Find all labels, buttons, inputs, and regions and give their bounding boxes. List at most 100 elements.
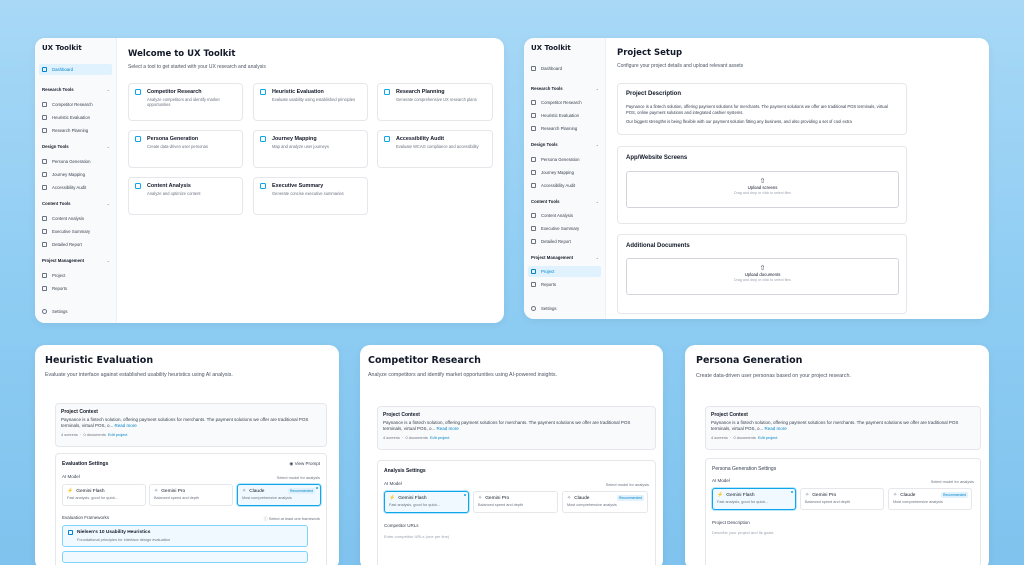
sidebar-item-executive-summary[interactable]: Executive Summary bbox=[39, 226, 112, 237]
tool-card-competitor[interactable]: Competitor Research Analyze competitors … bbox=[128, 83, 243, 121]
sidebar-item-research-planning[interactable]: Research Planning bbox=[528, 123, 601, 134]
upload-screens-button[interactable]: ⇧ Upload screens Drag and drop or click … bbox=[626, 171, 899, 208]
model-claude[interactable]: ✧ Claude Most comprehensive analysis Reco… bbox=[888, 488, 972, 510]
analysis-settings: Analysis Settings AI Model Select model … bbox=[377, 460, 656, 565]
read-more-link[interactable]: Read more bbox=[765, 426, 787, 431]
page-subtitle: Configure your project details and uploa… bbox=[617, 63, 744, 69]
recommended-badge: Recommended bbox=[941, 492, 968, 498]
page-subtitle: Analyze competitors and identify market … bbox=[368, 372, 558, 378]
info-icon: ⓘ bbox=[263, 516, 268, 521]
read-more-link[interactable]: Read more bbox=[437, 426, 459, 431]
framework-nielsen[interactable]: Nielsen's 10 Usability Heuristics Founda… bbox=[62, 525, 308, 547]
project-description-section: Project Description Paynance is a fintec… bbox=[617, 83, 907, 135]
project-setup-window: UX Toolkit Dashboard Research Tools ⌄ Com… bbox=[524, 38, 989, 319]
model-claude[interactable]: ✧ Claude Most comprehensive analysis Reco… bbox=[562, 491, 648, 513]
sidebar-item-accessibility[interactable]: Accessibility Audit bbox=[39, 182, 112, 193]
list-icon bbox=[531, 226, 536, 231]
sidebar-item-persona[interactable]: Persona Generation bbox=[39, 156, 112, 167]
sidebar-item-competitor[interactable]: Competitor Research bbox=[39, 99, 112, 110]
nav-group-project[interactable]: Project Management ⌄ bbox=[531, 255, 599, 260]
chevron-icon: ⌄ bbox=[106, 201, 110, 206]
model-gemini-flash[interactable]: ⚡ Gemini Flash Fast analysis, good for qu… bbox=[712, 488, 796, 510]
edit-project-link[interactable]: Edit project bbox=[430, 435, 449, 440]
sidebar-item-competitor[interactable]: Competitor Research bbox=[528, 97, 601, 108]
sidebar-item-accessibility[interactable]: Accessibility Audit bbox=[528, 180, 601, 191]
upload-icon: ⇧ bbox=[759, 178, 766, 185]
nav-group-project[interactable]: Project Management ⌄ bbox=[42, 258, 110, 263]
sidebar-item-journey[interactable]: Journey Mapping bbox=[528, 167, 601, 178]
nav-group-content[interactable]: Content Tools ⌄ bbox=[42, 201, 110, 206]
sidebar-item-heuristic[interactable]: Heuristic Evaluation bbox=[528, 110, 601, 121]
model-gemini-pro[interactable]: ✧ Gemini Pro Balanced speed and depth bbox=[473, 491, 558, 513]
sidebar-item-executive-summary[interactable]: Executive Summary bbox=[528, 223, 601, 234]
model-claude[interactable]: ✧ Claude Most comprehensive analysis Reco… bbox=[237, 484, 321, 506]
sidebar-item-research-planning[interactable]: Research Planning bbox=[39, 125, 112, 136]
evaluation-settings: Evaluation Settings ◉ View Prompt AI Mod… bbox=[55, 453, 327, 565]
sidebar-item-heuristic[interactable]: Heuristic Evaluation bbox=[39, 112, 112, 123]
project-description-input[interactable]: Describe your project and its goals bbox=[712, 527, 974, 561]
nav-group-design[interactable]: Design Tools ⌄ bbox=[42, 144, 110, 149]
tool-card-persona[interactable]: Persona Generation Create data-driven us… bbox=[128, 130, 243, 168]
sidebar-item-dashboard[interactable]: Dashboard bbox=[528, 63, 601, 74]
tool-card-executive[interactable]: Executive Summary Generate concise execu… bbox=[253, 177, 368, 215]
chevron-icon: ⌄ bbox=[595, 199, 599, 204]
search-icon bbox=[42, 102, 47, 107]
sidebar-item-content-analysis[interactable]: Content Analysis bbox=[39, 213, 112, 224]
sidebar-item-detailed-report[interactable]: Detailed Report bbox=[528, 236, 601, 247]
tool-card-heuristic[interactable]: Heuristic Evaluation Evaluate usability … bbox=[253, 83, 368, 121]
chevron-icon: ⌄ bbox=[106, 258, 110, 263]
nav-group-content[interactable]: Content Tools ⌄ bbox=[531, 199, 599, 204]
edit-project-link[interactable]: Edit project bbox=[108, 432, 127, 437]
screens-section: App/Website Screens ⇧ Upload screens Dra… bbox=[617, 146, 907, 224]
model-gemini-pro[interactable]: ✧ Gemini Pro Balanced speed and depth bbox=[800, 488, 884, 510]
nav-group-design[interactable]: Design Tools ⌄ bbox=[531, 142, 599, 147]
sparkle-icon: ✧ bbox=[154, 488, 159, 494]
sidebar-item-project[interactable]: Project bbox=[39, 270, 112, 281]
document-icon bbox=[42, 216, 47, 221]
page-title: Persona Generation bbox=[696, 355, 803, 366]
model-gemini-pro[interactable]: ✧ Gemini Pro Balanced speed and depth bbox=[149, 484, 233, 506]
selected-indicator bbox=[464, 494, 466, 496]
sidebar-item-detailed-report[interactable]: Detailed Report bbox=[39, 239, 112, 250]
eye-icon: ◉ bbox=[289, 461, 294, 466]
view-prompt-button[interactable]: ◉ View Prompt bbox=[289, 461, 320, 467]
map-icon bbox=[260, 136, 266, 142]
checkbox-icon bbox=[68, 530, 73, 535]
competitor-urls-input[interactable]: Enter competitor URLs (one per line) bbox=[384, 531, 649, 563]
chevron-icon: ⌄ bbox=[106, 144, 110, 149]
sidebar-item-reports[interactable]: Reports bbox=[528, 279, 601, 290]
sidebar-item-dashboard[interactable]: Dashboard bbox=[39, 64, 112, 75]
model-gemini-flash[interactable]: ⚡ Gemini Flash Fast analysis, good for qu… bbox=[384, 491, 469, 513]
search-icon bbox=[531, 100, 536, 105]
edit-project-link[interactable]: Edit project bbox=[758, 435, 777, 440]
model-gemini-flash[interactable]: ⚡ Gemini Flash Fast analysis, good for qu… bbox=[62, 484, 146, 506]
sidebar-item-persona[interactable]: Persona Generation bbox=[528, 154, 601, 165]
sidebar-item-project[interactable]: Project bbox=[528, 266, 601, 277]
tool-card-content[interactable]: Content Analysis Analyze and optimize co… bbox=[128, 177, 243, 215]
upload-icon: ⇧ bbox=[759, 265, 766, 272]
nav-group-research[interactable]: Research Tools ⌄ bbox=[531, 86, 599, 91]
search-icon bbox=[135, 89, 141, 95]
report-icon bbox=[531, 239, 536, 244]
upload-documents-button[interactable]: ⇧ Upload documents Drag and drop or clic… bbox=[626, 258, 899, 295]
sidebar-item-settings[interactable]: Settings bbox=[39, 306, 112, 317]
page-title: Heuristic Evaluation bbox=[45, 355, 154, 366]
read-more-link[interactable]: Read more bbox=[115, 423, 137, 428]
project-description-text[interactable]: Paynance is a fintech solution, offering… bbox=[626, 104, 898, 125]
tool-card-journey[interactable]: Journey Mapping Map and analyze user jou… bbox=[253, 130, 368, 168]
framework-next[interactable] bbox=[62, 551, 308, 563]
chevron-icon: ⌄ bbox=[595, 142, 599, 147]
tool-card-research-planning[interactable]: Research Planning Generate comprehensive… bbox=[377, 83, 493, 121]
sidebar: UX Toolkit Dashboard Research Tools ⌄ Com… bbox=[35, 38, 117, 323]
sparkle-icon: ✧ bbox=[893, 492, 898, 498]
sidebar-item-settings[interactable]: Settings bbox=[528, 303, 601, 314]
project-context: Project Context Paynance is a fintech so… bbox=[55, 403, 327, 447]
sidebar-item-content-analysis[interactable]: Content Analysis bbox=[528, 210, 601, 221]
sidebar-item-journey[interactable]: Journey Mapping bbox=[39, 169, 112, 180]
tool-card-accessibility[interactable]: Accessibility Audit Evaluate WCAG compli… bbox=[377, 130, 493, 168]
dashboard-window: UX Toolkit Dashboard Research Tools ⌄ Com… bbox=[35, 38, 504, 323]
selected-indicator bbox=[316, 487, 318, 489]
sidebar-item-reports[interactable]: Reports bbox=[39, 283, 112, 294]
user-icon bbox=[135, 136, 141, 142]
nav-group-research[interactable]: Research Tools ⌄ bbox=[42, 87, 110, 92]
